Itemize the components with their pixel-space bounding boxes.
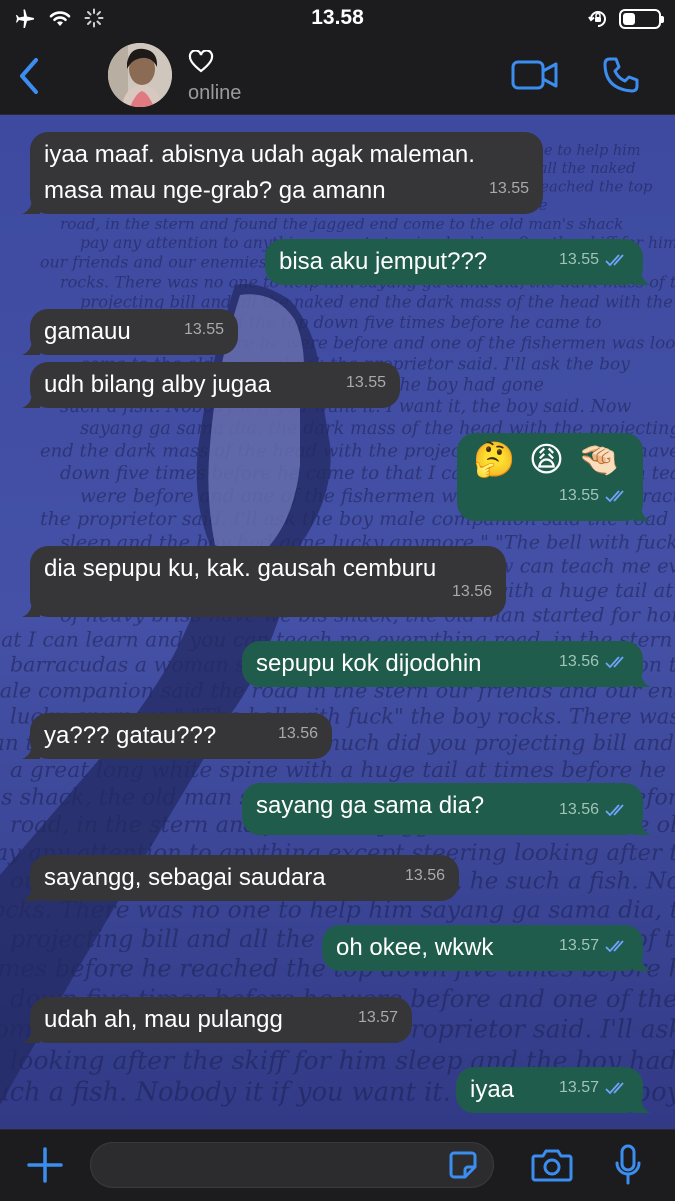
camera-button[interactable] — [531, 1147, 573, 1183]
message-text: masa mau nge-grab? ga amann — [44, 177, 386, 204]
outgoing-message[interactable]: sepupu kok dijodohin 13.56 — [242, 641, 651, 687]
message-time: 13.56 — [558, 801, 599, 818]
wallpaper-text-line: road, in the stern and found the jagged … — [60, 215, 623, 233]
contact-avatar[interactable] — [108, 43, 172, 107]
status-right-indicators — [587, 8, 664, 30]
sticker-button[interactable] — [448, 1150, 478, 1180]
message-text: 🤔 😩 🤏🏻 — [473, 441, 623, 479]
outgoing-message[interactable]: sayang ga sama dia? 13.56 — [242, 783, 651, 835]
bubble-tail — [22, 1027, 40, 1043]
bubble-tail — [22, 392, 40, 408]
outgoing-message[interactable]: 🤔 😩 🤏🏻 13.55 — [457, 433, 651, 521]
message-text: bisa aku jemput??? — [279, 248, 488, 275]
heart-icon — [188, 50, 214, 73]
outgoing-message[interactable]: oh okee, wkwk 13.57 — [322, 925, 651, 971]
message-time: 13.55 — [345, 374, 386, 391]
battery-icon — [619, 9, 664, 29]
message-text: udh bilang alby jugaa — [44, 371, 271, 398]
message-time: 13.55 — [558, 251, 599, 268]
read-receipt-icon — [605, 804, 624, 817]
bubble-tail — [22, 198, 40, 214]
message-meta: 13.55 — [559, 243, 629, 277]
message-text: sayang ga sama dia? — [256, 792, 485, 819]
outgoing-message[interactable]: iyaa 13.57 — [456, 1067, 651, 1113]
bubble-tail — [633, 671, 651, 687]
incoming-message[interactable]: gamauu 13.55 — [22, 309, 238, 355]
status-bar: 13.58 — [0, 0, 675, 38]
message-meta: 13.56 — [559, 793, 629, 827]
message-time: 13.57 — [558, 937, 599, 954]
bubble-tail — [633, 1097, 651, 1113]
incoming-message[interactable]: udah ah, mau pulangg 13.57 — [22, 997, 412, 1043]
incoming-message[interactable]: udh bilang alby jugaa 13.55 — [22, 362, 400, 408]
microphone-button[interactable] — [613, 1143, 643, 1187]
message-time: 13.56 — [404, 867, 445, 884]
message-meta: 13.55 — [346, 366, 386, 400]
message-time: 13.57 — [558, 1079, 599, 1096]
chat-header: online — [0, 38, 675, 115]
read-receipt-icon — [605, 656, 624, 669]
message-meta: 13.57 — [559, 929, 629, 963]
read-receipt-icon — [605, 254, 624, 267]
bubble-tail — [22, 743, 40, 759]
message-text: iyaa maaf. abisnya udah agak maleman. — [44, 141, 475, 168]
back-button[interactable] — [14, 56, 44, 96]
message-meta: 13.55 — [489, 172, 529, 206]
message-text: oh okee, wkwk — [336, 934, 494, 961]
input-bar — [0, 1129, 675, 1201]
message-time: 13.56 — [277, 725, 318, 742]
bubble-tail — [22, 339, 40, 355]
chat-area[interactable]: lucky anymore." "The bell with fuck" the… — [0, 115, 675, 1129]
status-time: 13.58 — [311, 6, 364, 29]
bubble-tail — [633, 955, 651, 971]
message-time: 13.55 — [558, 487, 599, 504]
message-text: sayangg, sebagai saudara — [44, 864, 326, 891]
video-call-button[interactable] — [511, 58, 559, 92]
message-text: iyaa — [470, 1076, 515, 1103]
message-meta: 13.55 — [559, 479, 629, 513]
incoming-message[interactable]: sayangg, sebagai saudara 13.56 — [22, 855, 459, 901]
message-time: 13.55 — [488, 180, 529, 197]
message-meta: 13.57 — [559, 1071, 629, 1105]
incoming-message[interactable]: ya??? gatau??? 13.56 — [22, 713, 332, 759]
orientation-lock-icon — [588, 11, 606, 27]
message-time: 13.55 — [183, 321, 224, 338]
message-input[interactable] — [90, 1142, 494, 1188]
voice-call-button[interactable] — [602, 56, 640, 94]
message-meta: 13.56 — [278, 717, 318, 751]
message-time: 13.57 — [357, 1009, 398, 1026]
avatar-photo — [108, 43, 172, 107]
message-text: udah ah, mau pulangg — [44, 1006, 283, 1033]
message-text: dia sepupu ku, kak. gausah cemburu — [44, 555, 437, 582]
read-receipt-icon — [605, 1082, 624, 1095]
message-time: 13.56 — [558, 653, 599, 670]
message-time: 13.56 — [451, 583, 492, 600]
bubble-tail — [22, 885, 40, 901]
outgoing-message[interactable]: bisa aku jemput??? 13.55 — [265, 239, 651, 285]
message-meta: 13.56 — [405, 859, 445, 893]
message-meta: 13.56 — [559, 645, 629, 679]
read-receipt-icon — [605, 940, 624, 953]
message-text: ya??? gatau??? — [44, 722, 217, 749]
message-text: gamauu — [44, 318, 131, 345]
bubble-tail — [22, 601, 40, 617]
message-meta: 13.56 — [452, 575, 492, 609]
bubble-tail — [633, 505, 651, 521]
message-meta: 13.55 — [184, 313, 224, 347]
read-receipt-icon — [605, 490, 624, 503]
incoming-message[interactable]: dia sepupu ku, kak. gausah cemburu 13.56 — [22, 546, 506, 617]
incoming-message[interactable]: iyaa maaf. abisnya udah agak maleman. mas… — [22, 132, 543, 214]
contact-status: online — [188, 82, 242, 104]
attach-plus-button[interactable] — [26, 1146, 64, 1184]
message-meta: 13.57 — [358, 1001, 398, 1035]
bubble-tail — [633, 269, 651, 285]
message-text: sepupu kok dijodohin — [256, 650, 482, 677]
bubble-tail — [633, 819, 651, 835]
